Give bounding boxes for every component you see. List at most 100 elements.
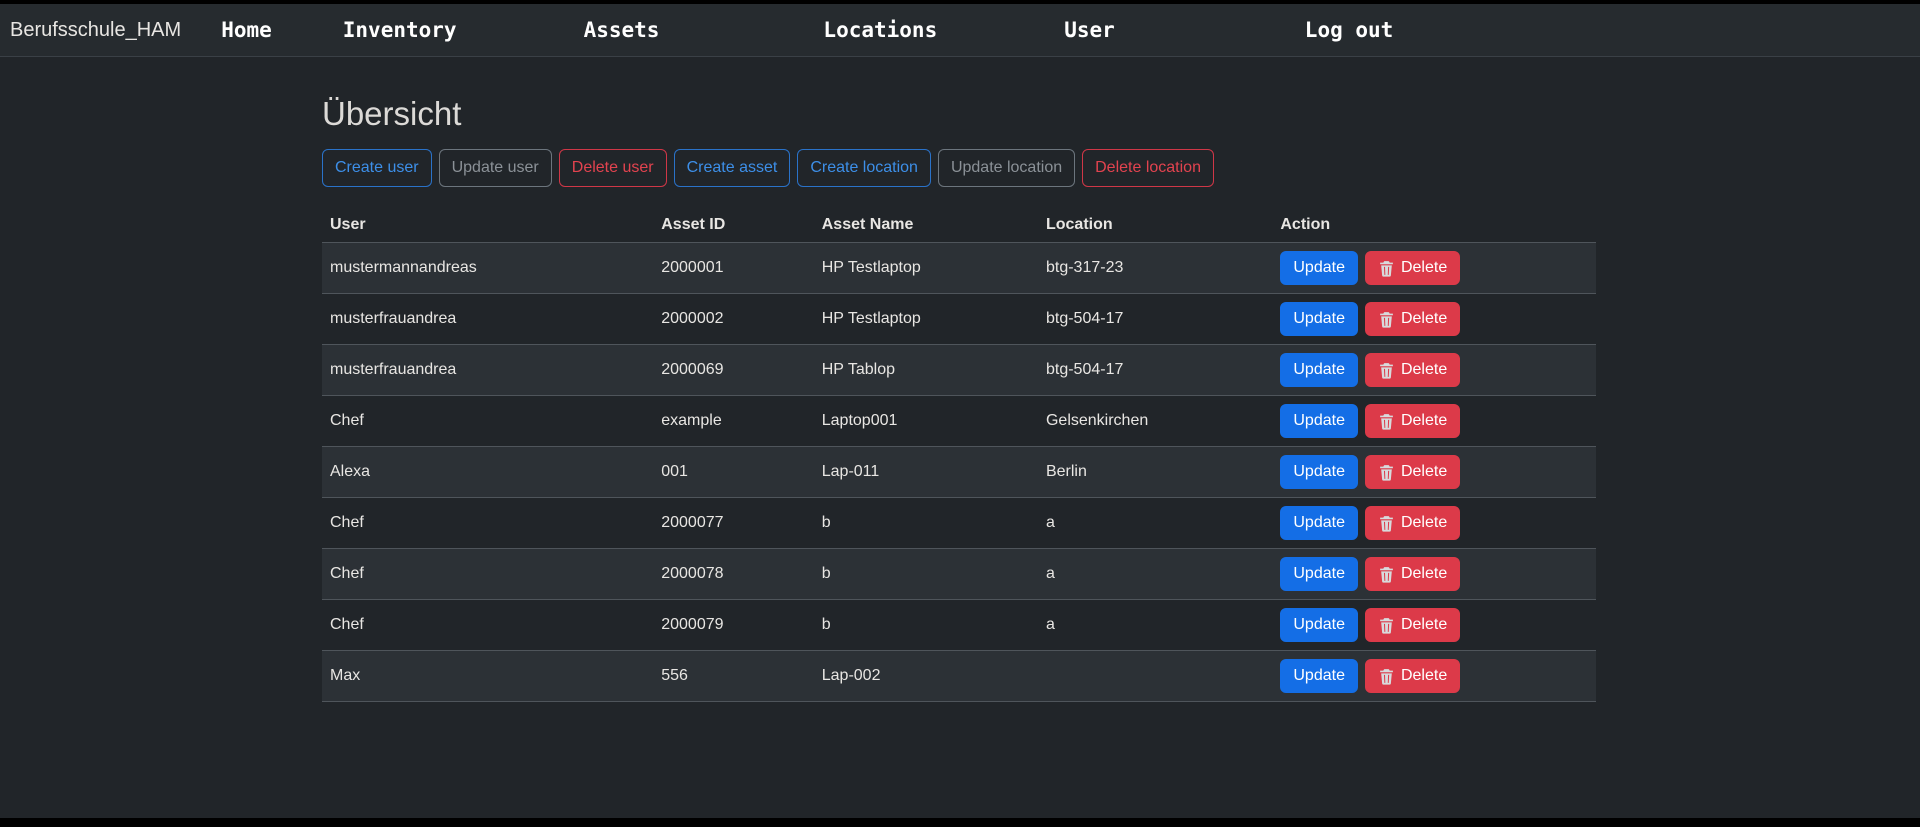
create-user-button[interactable]: Create user [322,149,432,187]
trash-icon [1378,413,1395,430]
cell-asset-id: 556 [653,651,814,702]
cell-user: Chef [322,498,653,549]
cell-asset-id: 2000001 [653,243,814,294]
header-location: Location [1038,208,1272,243]
cell-action: Update Delete [1272,549,1596,600]
update-button[interactable]: Update [1280,353,1358,387]
toolbar: Create user Update user Delete user Crea… [322,149,1920,187]
cell-action: Update Delete [1272,498,1596,549]
trash-icon [1378,668,1395,685]
create-asset-button[interactable]: Create asset [674,149,791,187]
trash-icon [1378,566,1395,583]
delete-button[interactable]: Delete [1365,251,1460,285]
delete-button[interactable]: Delete [1365,302,1460,336]
cell-asset-id: 2000079 [653,600,814,651]
trash-icon [1378,362,1395,379]
cell-user: Alexa [322,447,653,498]
delete-button-label: Delete [1401,613,1447,637]
update-button[interactable]: Update [1280,506,1358,540]
cell-location: a [1038,549,1272,600]
trash-icon [1378,464,1395,481]
delete-button-label: Delete [1401,460,1447,484]
cell-action: Update Delete [1272,294,1596,345]
cell-action: Update Delete [1272,600,1596,651]
table-row: musterfrauandrea 2000002 HP Testlaptop b… [322,294,1596,345]
delete-button[interactable]: Delete [1365,506,1460,540]
top-navbar: Berufsschule_HAM Home Inventory Assets L… [0,4,1920,57]
delete-button-label: Delete [1401,409,1447,433]
cell-location: a [1038,498,1272,549]
update-location-button[interactable]: Update location [938,149,1075,187]
cell-asset-name: b [814,498,1038,549]
delete-button-label: Delete [1401,256,1447,280]
update-button[interactable]: Update [1280,302,1358,336]
cell-asset-name: HP Testlaptop [814,243,1038,294]
cell-asset-name: b [814,549,1038,600]
cell-location: a [1038,600,1272,651]
cell-location [1038,651,1272,702]
nav-links: Home Inventory Assets Locations User Log… [181,18,1393,42]
delete-button[interactable]: Delete [1365,455,1460,489]
cell-asset-id: 001 [653,447,814,498]
update-button[interactable]: Update [1280,404,1358,438]
cell-action: Update Delete [1272,243,1596,294]
table-row: mustermannandreas 2000001 HP Testlaptop … [322,243,1596,294]
cell-location: Berlin [1038,447,1272,498]
delete-button[interactable]: Delete [1365,608,1460,642]
delete-location-button[interactable]: Delete location [1082,149,1214,187]
cell-asset-name: Laptop001 [814,396,1038,447]
cell-asset-name: HP Testlaptop [814,294,1038,345]
cell-location: btg-504-17 [1038,294,1272,345]
header-action: Action [1272,208,1596,243]
delete-button[interactable]: Delete [1365,404,1460,438]
cell-asset-name: Lap-002 [814,651,1038,702]
header-asset-id: Asset ID [653,208,814,243]
cell-asset-id: example [653,396,814,447]
trash-icon [1378,515,1395,532]
nav-assets[interactable]: Assets [584,18,660,42]
update-button[interactable]: Update [1280,608,1358,642]
cell-asset-name: b [814,600,1038,651]
cell-location: btg-317-23 [1038,243,1272,294]
table-row: Chef 2000077 b a Update Delete [322,498,1596,549]
nav-inventory[interactable]: Inventory [343,18,457,42]
trash-icon [1378,260,1395,277]
table-body: mustermannandreas 2000001 HP Testlaptop … [322,243,1596,702]
update-button[interactable]: Update [1280,557,1358,591]
update-button[interactable]: Update [1280,251,1358,285]
trash-icon [1378,311,1395,328]
cell-asset-id: 2000077 [653,498,814,549]
table-row: Chef example Laptop001 Gelsenkirchen Upd… [322,396,1596,447]
update-button[interactable]: Update [1280,659,1358,693]
cell-action: Update Delete [1272,345,1596,396]
create-location-button[interactable]: Create location [797,149,931,187]
cell-asset-id: 2000002 [653,294,814,345]
assets-table: User Asset ID Asset Name Location Action… [322,208,1596,702]
nav-locations[interactable]: Locations [823,18,937,42]
trash-icon [1378,617,1395,634]
delete-button-label: Delete [1401,511,1447,535]
main-content: Übersicht Create user Update user Delete… [0,57,1920,818]
delete-button[interactable]: Delete [1365,557,1460,591]
table-row: Chef 2000079 b a Update Delete [322,600,1596,651]
update-button[interactable]: Update [1280,455,1358,489]
cell-action: Update Delete [1272,651,1596,702]
cell-asset-id: 2000069 [653,345,814,396]
nav-home[interactable]: Home [221,18,272,42]
cell-action: Update Delete [1272,447,1596,498]
cell-user: musterfrauandrea [322,345,653,396]
delete-button[interactable]: Delete [1365,353,1460,387]
header-user: User [322,208,653,243]
update-user-button[interactable]: Update user [439,149,552,187]
nav-user[interactable]: User [1064,18,1115,42]
delete-button[interactable]: Delete [1365,659,1460,693]
navbar-brand[interactable]: Berufsschule_HAM [10,19,181,42]
delete-user-button[interactable]: Delete user [559,149,667,187]
page-title: Übersicht [322,95,1920,133]
table-row: Max 556 Lap-002 Update Delete [322,651,1596,702]
delete-button-label: Delete [1401,562,1447,586]
nav-logout[interactable]: Log out [1305,18,1394,42]
cell-user: Max [322,651,653,702]
cell-action: Update Delete [1272,396,1596,447]
table-row: musterfrauandrea 2000069 HP Tablop btg-5… [322,345,1596,396]
